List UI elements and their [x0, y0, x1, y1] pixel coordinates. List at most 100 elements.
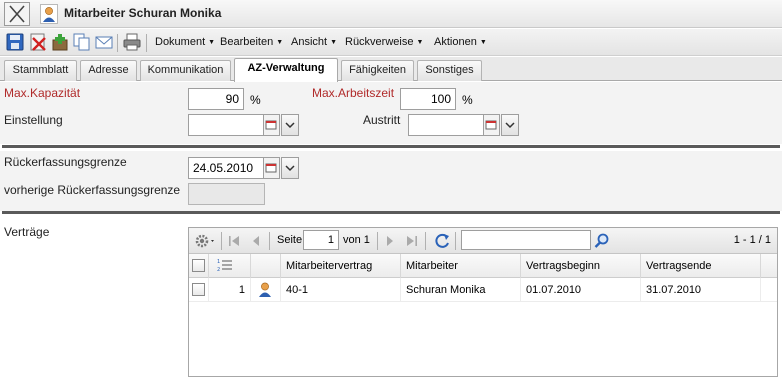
menu-dokument[interactable]: Dokument ▼	[155, 36, 215, 48]
page-count-label: von 1	[343, 234, 370, 246]
toolbar-separator	[117, 34, 118, 52]
numbered-list-icon: 1 2	[217, 259, 232, 273]
tab-faehigkeiten[interactable]: Fähigkeiten	[341, 60, 414, 81]
column-header-mitarbeitervertrag[interactable]: Mitarbeitervertrag	[281, 254, 401, 278]
max-kapazitaet-label: Max.Kapazität	[4, 86, 81, 100]
delete-icon[interactable]	[29, 33, 47, 51]
toolbar-separator	[269, 232, 270, 250]
caret-down-icon: ▼	[276, 39, 284, 46]
cell-mitarbeiter: Schuran Monika	[401, 278, 521, 302]
grid-toolbar: Seite von 1 1 - 1 / 1	[189, 228, 777, 254]
einstellung-date-field[interactable]	[188, 114, 264, 136]
page-number-input[interactable]	[303, 230, 339, 250]
tab-kommunikation[interactable]: Kommunikation	[140, 60, 231, 81]
row-number-header[interactable]: 1 2	[209, 254, 251, 278]
toolbar-separator	[377, 232, 378, 250]
tab-sonstiges[interactable]: Sonstiges	[417, 60, 482, 81]
caret-down-icon: ▼	[330, 39, 338, 46]
refresh-icon[interactable]	[433, 232, 451, 250]
page-label: Seite	[277, 234, 303, 246]
max-arbeitszeit-unit: %	[462, 93, 473, 107]
add-icon[interactable]	[51, 33, 69, 51]
row-number: 1	[209, 278, 251, 302]
chevron-down-icon	[505, 122, 515, 129]
select-all-checkbox[interactable]	[192, 259, 205, 272]
close-button[interactable]	[4, 2, 30, 26]
svg-text:1: 1	[217, 259, 220, 265]
menu-rueckverweise[interactable]: Rückverweise ▼	[345, 36, 423, 48]
row-select-cell	[189, 278, 209, 302]
cell-vertragsende: 31.07.2010	[641, 278, 761, 302]
tab-strip: Stammblatt Adresse Kommunikation AZ-Verw…	[0, 57, 782, 82]
contracts-grid: Seite von 1 1 - 1 / 1 1 2	[188, 227, 778, 377]
calendar-icon	[485, 120, 497, 130]
max-kapazitaet-unit: %	[250, 93, 261, 107]
first-page-icon[interactable]	[227, 234, 241, 248]
next-page-icon[interactable]	[383, 234, 397, 248]
toolbar-separator	[425, 232, 426, 250]
main-toolbar: Dokument ▼ Bearbeiten ▼ Ansicht ▼ Rückverwe…	[0, 29, 782, 56]
menu-aktionen[interactable]: Aktionen ▼	[434, 36, 487, 48]
grid-header: 1 2 Mitarbeitervertrag Mitarbeiter Vertr…	[189, 254, 777, 278]
user-icon	[259, 282, 271, 297]
rueckerfassungsgrenze-dropdown-button[interactable]	[281, 157, 299, 179]
menu-bearbeiten[interactable]: Bearbeiten ▼	[220, 36, 283, 48]
cell-vertragsbeginn: 01.07.2010	[521, 278, 641, 302]
vorherige-rueckerfassungsgrenze-field	[188, 183, 265, 205]
column-header-mitarbeiter[interactable]: Mitarbeiter	[401, 254, 521, 278]
austritt-date-field[interactable]	[408, 114, 484, 136]
cell-mitarbeitervertrag: 40-1	[281, 278, 401, 302]
tab-stammblatt[interactable]: Stammblatt	[4, 60, 77, 81]
menu-ansicht[interactable]: Ansicht ▼	[291, 36, 337, 48]
row-icon-cell	[251, 278, 281, 302]
vorherige-rueckerfassungsgrenze-label: vorherige Rückerfassungsgrenze	[4, 183, 181, 197]
search-icon[interactable]	[593, 232, 611, 250]
section-divider	[2, 211, 780, 214]
max-arbeitszeit-label: Max.Arbeitszeit	[312, 86, 395, 100]
gear-menu-icon[interactable]	[194, 233, 218, 249]
max-arbeitszeit-input[interactable]	[400, 88, 456, 110]
caret-down-icon: ▼	[416, 39, 424, 46]
rueckerfassungsgrenze-date-field[interactable]	[188, 157, 264, 179]
window-titlebar: Mitarbeiter Schuran Monika	[0, 0, 782, 28]
max-kapazitaet-input[interactable]	[188, 88, 244, 110]
einstellung-dropdown-button[interactable]	[281, 114, 299, 136]
rueckerfassungsgrenze-calendar-button[interactable]	[264, 157, 280, 179]
rueckerfassungsgrenze-label: Rückerfassungsgrenze	[4, 155, 127, 169]
toolbar-separator	[455, 232, 456, 250]
chevron-down-icon	[285, 165, 295, 172]
save-icon[interactable]	[6, 33, 24, 51]
calendar-icon	[265, 163, 277, 173]
column-header-vertragsbeginn[interactable]: Vertragsbeginn	[521, 254, 641, 278]
svg-text:2: 2	[217, 267, 220, 272]
austritt-calendar-button[interactable]	[484, 114, 500, 136]
row-checkbox[interactable]	[192, 283, 205, 296]
tab-adresse[interactable]: Adresse	[80, 60, 137, 81]
section-divider	[2, 145, 780, 148]
chevron-down-icon	[285, 122, 295, 129]
copy-icon[interactable]	[73, 33, 91, 51]
austritt-label: Austritt	[363, 113, 401, 127]
mail-icon[interactable]	[95, 33, 113, 51]
close-icon	[9, 5, 25, 23]
last-page-icon[interactable]	[405, 234, 419, 248]
column-header-vertragsende[interactable]: Vertragsende	[641, 254, 761, 278]
tab-az-verwaltung[interactable]: AZ-Verwaltung	[234, 58, 338, 82]
grid-search-input[interactable]	[461, 230, 591, 250]
toolbar-separator	[221, 232, 222, 250]
table-row[interactable]: 1 40-1 Schuran Monika 01.07.2010 31.07.2…	[189, 278, 777, 302]
austritt-dropdown-button[interactable]	[501, 114, 519, 136]
einstellung-label: Einstellung	[4, 113, 63, 127]
user-icon	[40, 4, 58, 24]
caret-down-icon: ▼	[479, 39, 487, 46]
toolbar-separator	[146, 34, 147, 52]
icon-column-header	[251, 254, 281, 278]
previous-page-icon[interactable]	[249, 234, 263, 248]
print-icon[interactable]	[123, 33, 141, 51]
calendar-icon	[265, 120, 277, 130]
vertraege-label: Verträge	[4, 225, 50, 239]
caret-down-icon: ▼	[208, 39, 216, 46]
einstellung-calendar-button[interactable]	[264, 114, 280, 136]
select-all-cell	[189, 254, 209, 278]
grid-record-range: 1 - 1 / 1	[733, 234, 771, 246]
